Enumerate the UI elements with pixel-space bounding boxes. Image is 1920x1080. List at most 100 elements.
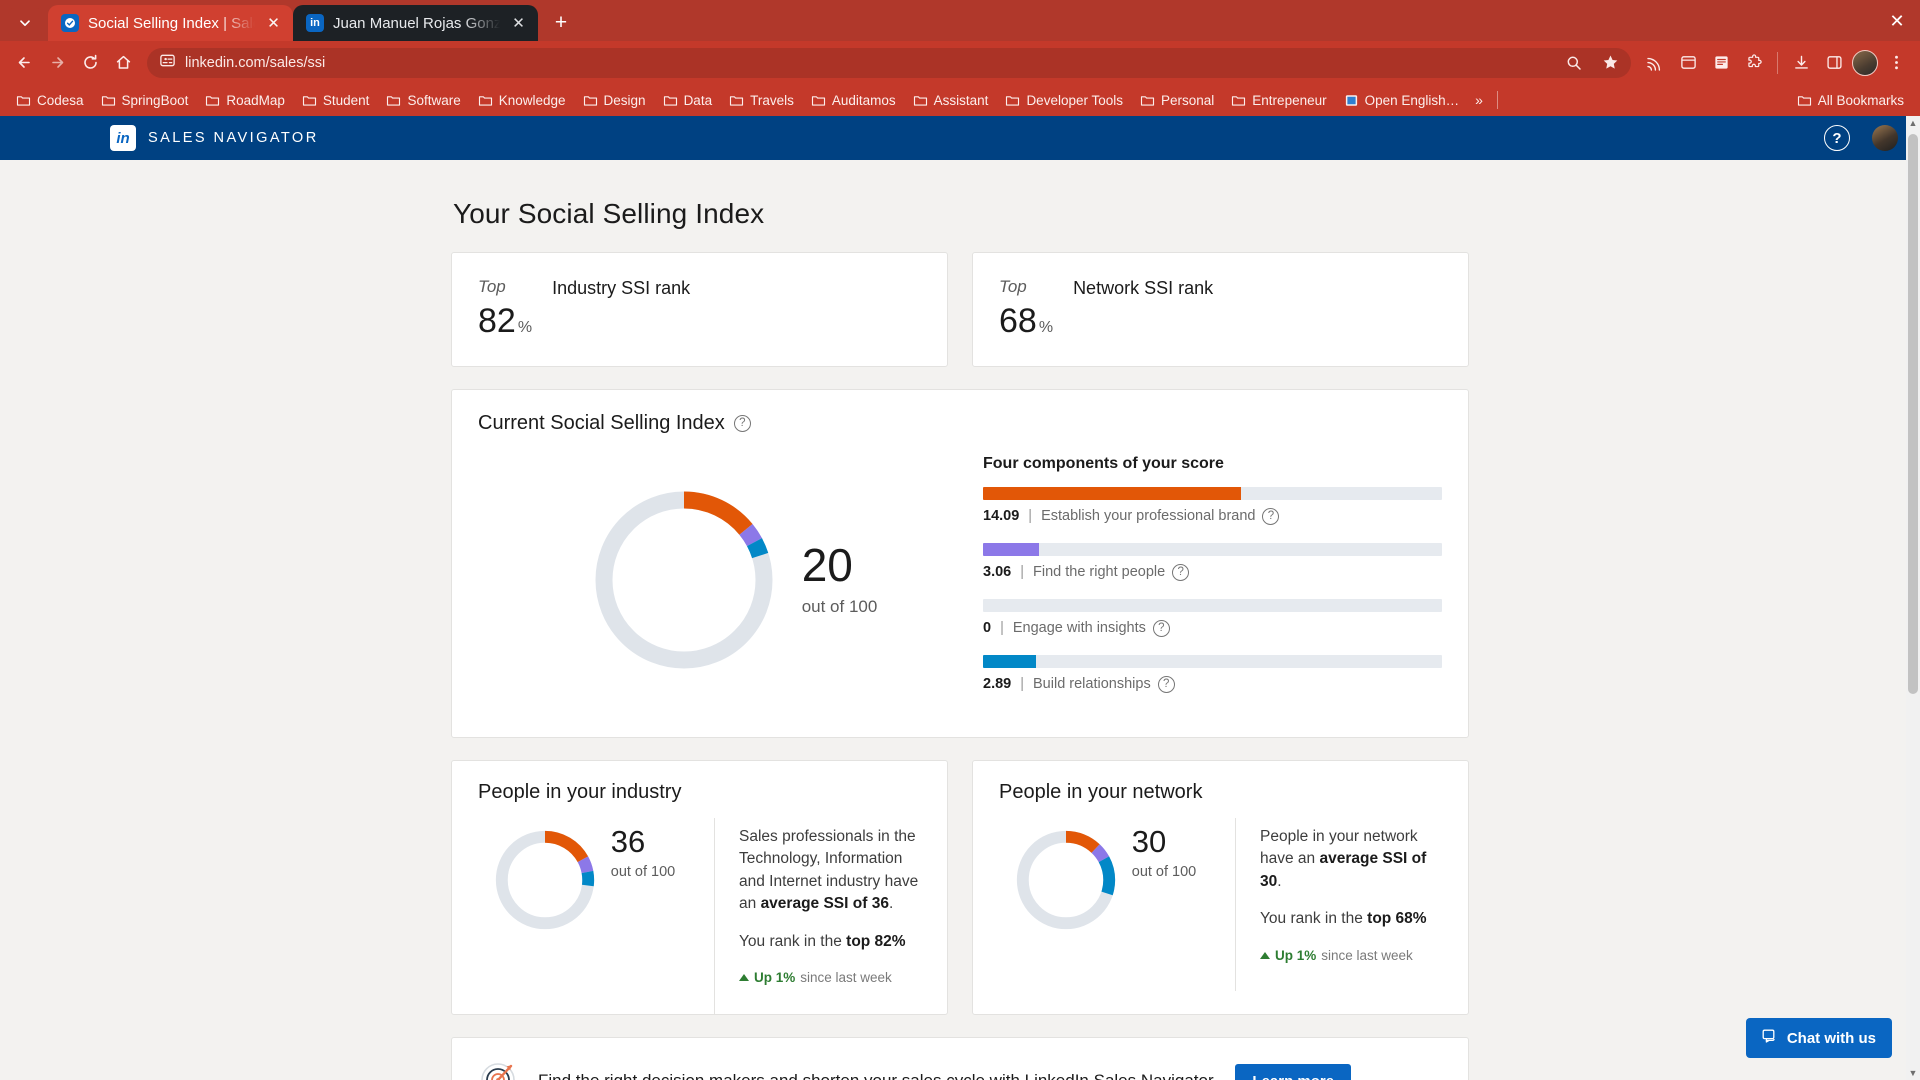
ssi-components-panel: Four components of your score 14.09 | Es… bbox=[983, 443, 1442, 711]
profile-avatar[interactable] bbox=[1852, 49, 1878, 76]
trend-up-icon bbox=[1260, 951, 1270, 959]
chrome-menu-icon[interactable] bbox=[1881, 48, 1911, 78]
download-icon[interactable] bbox=[1786, 48, 1816, 78]
address-bar[interactable]: linkedin.com/sales/ssi bbox=[147, 47, 1631, 78]
industry-rank-value: top 82% bbox=[846, 932, 906, 950]
industry-donut-chart: 36 out of 100 bbox=[452, 818, 714, 1014]
people-network-title: People in your network bbox=[999, 780, 1203, 803]
bookmark-label: Assistant bbox=[933, 92, 989, 108]
component-bar-track bbox=[983, 486, 1442, 500]
sales-navigator-header: in SALES NAVIGATOR ? bbox=[0, 116, 1920, 160]
component-value: 0 bbox=[983, 620, 992, 637]
component-row-find-people: 3.06 | Find the right people ? bbox=[983, 542, 1442, 581]
bookmark-folder-roadmap[interactable]: RoadMap bbox=[197, 90, 293, 111]
component-value: 2.89 bbox=[983, 676, 1012, 693]
help-circle-icon[interactable]: ? bbox=[1262, 507, 1280, 525]
close-window-icon[interactable]: ✕ bbox=[1884, 8, 1910, 34]
browser-tab-active[interactable]: Social Selling Index | Sale ✕ bbox=[48, 5, 293, 41]
network-score-value: 30 bbox=[1131, 823, 1167, 859]
reload-icon[interactable] bbox=[75, 48, 105, 78]
promo-text: Find the right decision makers and short… bbox=[538, 1071, 1217, 1080]
bookmark-folder-data[interactable]: Data bbox=[655, 90, 721, 111]
component-value: 3.06 bbox=[983, 564, 1012, 581]
bookmark-open-english[interactable]: Open English… bbox=[1336, 90, 1468, 111]
side-panel-icon[interactable] bbox=[1819, 48, 1849, 78]
chat-with-us-button[interactable]: Chat with us bbox=[1745, 1018, 1892, 1058]
bookmarks-overflow-icon[interactable]: » bbox=[1468, 89, 1490, 111]
network-rank-value: top 68% bbox=[1367, 910, 1427, 928]
help-circle-icon[interactable]: ? bbox=[733, 414, 751, 432]
tab-search-chevron-down-icon[interactable] bbox=[8, 8, 42, 38]
component-row-brand: 14.09 | Establish your professional bran… bbox=[983, 486, 1442, 525]
rank-value: 82 bbox=[478, 302, 516, 340]
component-value: 14.09 bbox=[983, 508, 1020, 525]
extensions-puzzle-icon[interactable] bbox=[1739, 48, 1769, 78]
trend-period: since last week bbox=[1321, 947, 1413, 963]
industry-donut-svg bbox=[495, 830, 594, 929]
bookmark-label: Design bbox=[603, 92, 646, 108]
back-icon[interactable] bbox=[9, 48, 39, 78]
component-bar-fill bbox=[983, 542, 1039, 556]
industry-description: Sales professionals in the Technology, I… bbox=[714, 817, 947, 1014]
linkedin-logo-icon[interactable]: in bbox=[110, 125, 136, 151]
component-bar-fill bbox=[983, 486, 1242, 500]
scrollbar-thumb[interactable] bbox=[1908, 134, 1918, 694]
network-rank-prefix: You rank in the bbox=[1260, 910, 1368, 928]
home-icon[interactable] bbox=[108, 48, 138, 78]
component-row-insights: 0 | Engage with insights ? bbox=[983, 598, 1442, 637]
bookmark-folder-assistant[interactable]: Assistant bbox=[905, 90, 997, 111]
bookmark-folder-codesa[interactable]: Codesa bbox=[8, 90, 92, 111]
toolbar-divider bbox=[1777, 51, 1778, 74]
all-bookmarks-button[interactable]: All Bookmarks bbox=[1789, 90, 1912, 111]
industry-trend: Up 1% since last week bbox=[739, 968, 921, 988]
downloads-panel-icon[interactable] bbox=[1673, 48, 1703, 78]
site-settings-icon[interactable] bbox=[159, 52, 176, 74]
user-avatar[interactable] bbox=[1872, 125, 1898, 151]
reading-list-icon[interactable] bbox=[1706, 48, 1736, 78]
cast-icon[interactable] bbox=[1640, 48, 1670, 78]
bookmark-folder-entrepeneur[interactable]: Entrepeneur bbox=[1223, 90, 1334, 111]
help-circle-icon[interactable]: ? bbox=[1157, 675, 1175, 693]
bookmark-label: SpringBoot bbox=[121, 92, 189, 108]
url-text[interactable]: linkedin.com/sales/ssi bbox=[185, 55, 1550, 71]
ssi-icon bbox=[61, 14, 79, 32]
bookmark-folder-knowledge[interactable]: Knowledge bbox=[470, 90, 574, 111]
scroll-down-icon[interactable]: ▼ bbox=[1906, 1066, 1920, 1080]
close-icon[interactable]: ✕ bbox=[264, 14, 283, 33]
bookmark-folder-auditamos[interactable]: Auditamos bbox=[803, 90, 904, 111]
component-label: Establish your professional brand bbox=[1041, 508, 1256, 525]
bookmark-label: Developer Tools bbox=[1026, 92, 1123, 108]
bookmark-star-icon[interactable] bbox=[1595, 48, 1625, 78]
bookmark-folder-travels[interactable]: Travels bbox=[721, 90, 802, 111]
bookmark-label: RoadMap bbox=[226, 92, 285, 108]
browser-window: Social Selling Index | Sale ✕ in Juan Ma… bbox=[0, 0, 1920, 1080]
trend-period: since last week bbox=[800, 970, 892, 986]
bookmark-folder-developer-tools[interactable]: Developer Tools bbox=[997, 90, 1131, 111]
page-scrollbar[interactable]: ▲ ▼ bbox=[1906, 116, 1920, 1080]
bookmark-label: Software bbox=[407, 92, 461, 108]
bookmark-folder-student[interactable]: Student bbox=[294, 90, 378, 111]
bookmark-folder-design[interactable]: Design bbox=[575, 90, 654, 111]
browser-tab-inactive[interactable]: in Juan Manuel Rojas Gonz ✕ bbox=[293, 5, 538, 41]
bookmark-folder-software[interactable]: Software bbox=[378, 90, 468, 111]
new-tab-button[interactable]: + bbox=[546, 8, 576, 38]
forward-icon[interactable] bbox=[42, 48, 72, 78]
learn-more-button[interactable]: Learn more bbox=[1235, 1063, 1352, 1080]
trend-up-icon bbox=[739, 974, 749, 982]
bookmark-label: Personal bbox=[1161, 92, 1215, 108]
bookmark-label: Knowledge bbox=[498, 92, 566, 108]
bookmark-folder-springboot[interactable]: SpringBoot bbox=[93, 90, 197, 111]
help-icon[interactable]: ? bbox=[1824, 125, 1850, 151]
search-icon[interactable] bbox=[1559, 48, 1589, 78]
network-donut-svg bbox=[1016, 830, 1115, 929]
bookmark-folder-personal[interactable]: Personal bbox=[1132, 90, 1222, 111]
current-ssi-card: Current Social Selling Index ? 20 out of… bbox=[451, 388, 1469, 738]
scroll-up-icon[interactable]: ▲ bbox=[1906, 116, 1920, 130]
window-controls: ✕ bbox=[1884, 8, 1910, 34]
component-label: Engage with insights bbox=[1012, 620, 1146, 637]
help-circle-icon[interactable]: ? bbox=[1152, 619, 1170, 637]
close-icon[interactable]: ✕ bbox=[509, 14, 528, 33]
sales-navigator-promo-card: Find the right decision makers and short… bbox=[451, 1036, 1469, 1080]
help-circle-icon[interactable]: ? bbox=[1172, 563, 1190, 581]
network-desc-suffix: . bbox=[1277, 872, 1282, 890]
